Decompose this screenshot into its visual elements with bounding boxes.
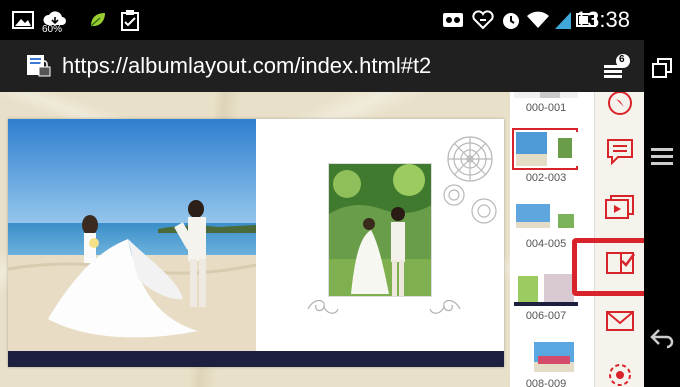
alarm-icon <box>500 8 522 32</box>
thumbnail-label: 000-001 <box>525 102 567 114</box>
right-page <box>258 119 504 351</box>
thumbnail-label: 004-005 <box>525 238 567 250</box>
back-icon[interactable] <box>646 322 678 354</box>
tabs-count: 6 <box>619 54 625 65</box>
lace-ornament-icon <box>443 136 497 224</box>
thumbnail-label: 002-003 <box>525 172 567 184</box>
beach-wedding-photo <box>8 119 256 351</box>
comment-icon[interactable] <box>603 134 637 168</box>
voicemail-icon <box>442 8 464 32</box>
flourish-ornament-icon <box>307 299 461 314</box>
mail-icon[interactable] <box>603 304 637 338</box>
page-lock-icon <box>26 54 52 83</box>
thumbnail-image <box>516 132 578 166</box>
wifi-icon <box>526 8 550 32</box>
album-spread[interactable] <box>8 119 504 367</box>
android-nav-bar <box>644 0 680 387</box>
thumbnail-image <box>514 202 578 238</box>
compass-icon[interactable] <box>603 92 637 120</box>
image-icon <box>12 8 34 32</box>
window-icon[interactable] <box>646 52 678 84</box>
battery-percent: 60% <box>42 24 63 35</box>
url-text[interactable]: https://albumlayout.com/index.html#t2 <box>62 53 431 79</box>
clipboard-check-icon <box>120 8 140 32</box>
thumbnail-label: 006-007 <box>525 310 567 322</box>
settings-icon[interactable] <box>603 358 637 387</box>
menu-icon[interactable] <box>646 140 678 172</box>
highlight-callout <box>572 238 644 296</box>
thumbnail-image <box>514 92 578 98</box>
garden-wedding-photo <box>328 163 432 297</box>
album-viewer: 000-001 002-003 004-005 006-007 008-009 <box>0 92 644 387</box>
spread-bottom-band <box>8 351 504 367</box>
thumbnail-image <box>514 270 578 306</box>
browser-url-bar[interactable]: https://albumlayout.com/index.html#t2 6 <box>0 40 644 92</box>
thumbnail-label: 008-009 <box>525 378 567 387</box>
leaf-icon <box>88 8 108 32</box>
thumbnail-image <box>514 340 578 376</box>
slideshow-icon[interactable] <box>603 190 637 224</box>
clock-time: 13:38 <box>574 7 630 32</box>
tabs-menu-icon[interactable]: 6 <box>602 53 632 84</box>
heart-icon <box>472 8 494 32</box>
status-bar: 60% 13:38 <box>0 0 644 40</box>
signal-icon <box>554 8 572 32</box>
